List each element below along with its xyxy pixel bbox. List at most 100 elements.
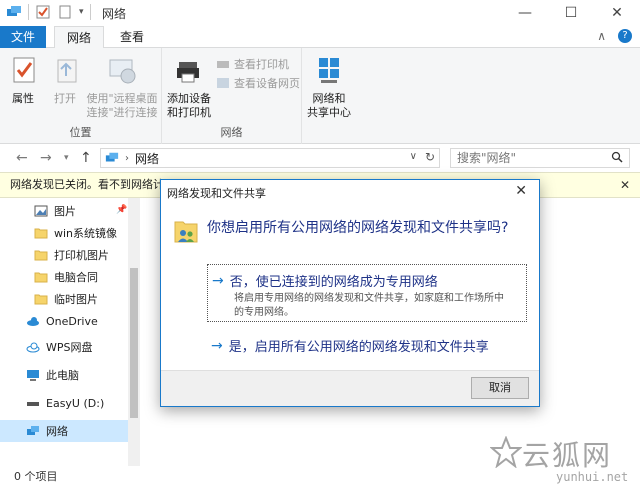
network-sharing-center-icon [319, 58, 339, 83]
nav-item-easyu-drive[interactable]: EasyU (D:) [0, 392, 128, 414]
nav-item-label: WPS网盘 [46, 341, 93, 354]
folder-icon [34, 250, 48, 261]
nav-item-printer-pictures[interactable]: 打印机图片 [0, 244, 128, 266]
qat-dropdown-icon[interactable]: ▾ [79, 7, 84, 17]
qat-separator [28, 4, 29, 20]
back-arrow-icon[interactable]: ← [16, 150, 28, 166]
title-bar: ▾ 网络 — ☐ ✕ [0, 0, 640, 26]
nav-item-contracts[interactable]: 电脑合同 [0, 266, 128, 288]
computer-icon [27, 370, 39, 381]
search-input[interactable]: 搜索"网络" [450, 148, 630, 168]
recent-locations-icon[interactable]: ▾ [64, 153, 69, 163]
nav-item-onedrive[interactable]: OneDrive [0, 310, 128, 332]
ribbon-help-controls: ∧ ? [597, 29, 632, 43]
address-bar[interactable]: › 网络 ∨ ↻ [100, 148, 440, 168]
network-center-label-1: 网络和 [312, 92, 346, 105]
view-printers-button[interactable]: 查看打印机 [216, 56, 289, 72]
network-center-label-2: 共享中心 [307, 106, 351, 119]
dialog-footer: 取消 [161, 370, 539, 406]
view-device-page-button[interactable]: 查看设备网页 [216, 75, 300, 91]
window-title: 网络 [102, 7, 127, 21]
private-option-desc-2: 的专用网络。 [234, 307, 294, 318]
nav-item-label: 图片 [54, 205, 76, 218]
maximize-button[interactable]: ☐ [548, 0, 594, 26]
nav-scroll-thumb[interactable] [130, 268, 138, 418]
dialog-question: 你想启用所有公用网络的网络发现和文件共享吗? [207, 220, 509, 236]
open-icon [57, 59, 77, 83]
up-arrow-icon[interactable]: ↑ [80, 150, 92, 166]
ribbon: 属性 打开 使用"远程桌面 连接"进行连接 位置 添加设备 和打印机 查看打印机… [0, 48, 640, 144]
item-count: 0 个项目 [14, 470, 58, 483]
nav-item-pictures[interactable]: 图片 [0, 200, 128, 222]
nav-item-temp-pictures[interactable]: 临时图片 [0, 288, 128, 310]
remote-desktop-label-2: 连接"进行连接 [86, 106, 158, 119]
printer-icon [177, 62, 199, 83]
tab-view[interactable]: 查看 [108, 26, 156, 48]
search-icon [611, 151, 623, 163]
nav-item-label: OneDrive [46, 314, 98, 328]
cloud-icon [27, 317, 39, 326]
add-devices-label-2: 和打印机 [167, 106, 211, 119]
network-sharing-center-button[interactable]: 网络和 共享中心 [304, 54, 354, 120]
qat-separator-2 [89, 4, 91, 20]
nav-scrollbar[interactable] [128, 198, 140, 466]
enable-public-sharing-option[interactable]: → 是，启用所有公用网络的网络发现和文件共享 [207, 336, 527, 356]
nav-item-win-images[interactable]: win系统镜像 [0, 222, 128, 244]
nav-item-this-pc[interactable]: 此电脑 [0, 364, 128, 386]
private-option-title: 否，使已连接到的网络成为专用网络 [229, 275, 438, 290]
wps-cloud-icon [26, 342, 40, 353]
dialog-title: 网络发现和文件共享 [167, 187, 266, 200]
new-folder-qat-icon[interactable] [57, 4, 73, 20]
make-private-network-option[interactable]: → 否，使已连接到的网络成为专用网络 将启用专用网络的网络发现和文件共享，如家庭… [207, 264, 527, 322]
nav-item-network[interactable]: 网络 [0, 420, 128, 442]
ribbon-group-location: 属性 打开 使用"远程桌面 连接"进行连接 位置 [0, 48, 162, 144]
properties-icon [13, 57, 35, 83]
view-printers-label: 查看打印机 [234, 58, 289, 71]
location-group-label: 位置 [69, 126, 92, 139]
open-button[interactable]: 打开 [50, 54, 80, 106]
tab-network[interactable]: 网络 [54, 26, 105, 49]
properties-button[interactable]: 属性 [8, 54, 38, 106]
view-device-page-label: 查看设备网页 [234, 77, 300, 90]
watermark: 云狐网 yunhui.net [490, 430, 640, 490]
network-icon [27, 426, 39, 435]
tab-file[interactable]: 文件 [0, 26, 46, 48]
add-devices-button[interactable]: 添加设备 和打印机 [164, 54, 214, 120]
refresh-icon[interactable]: ↻ [425, 150, 435, 164]
cancel-button[interactable]: 取消 [471, 377, 529, 399]
network-location-icon [105, 152, 119, 162]
open-label: 打开 [54, 92, 76, 105]
drive-icon [27, 402, 39, 406]
quick-access-toolbar: ▾ [6, 4, 91, 20]
dialog-close-button[interactable]: ✕ [515, 183, 527, 199]
nav-item-wps-drive[interactable]: WPS网盘 [0, 336, 128, 358]
minimize-button[interactable]: — [502, 0, 548, 26]
network-discovery-dialog: 网络发现和文件共享 ✕ 你想启用所有公用网络的网络发现和文件共享吗? → 否，使… [160, 179, 540, 407]
remote-desktop-label-1: 使用"远程桌面 [86, 92, 158, 105]
view-printers-icon [217, 61, 229, 68]
navigation-pane: 图片 📌 win系统镜像 打印机图片 电脑合同 临时图片 OneDrive WP… [0, 198, 140, 466]
infobar-text: 网络发现已关闭。看不到网络计 [10, 178, 164, 191]
ribbon-tabs: 文件 网络 查看 ∧ ? [0, 26, 640, 49]
watermark-url: yunhui.net [556, 470, 629, 484]
close-window-button[interactable]: ✕ [594, 0, 640, 26]
collapse-ribbon-icon[interactable]: ∧ [597, 29, 606, 43]
nav-item-label: 网络 [46, 425, 68, 438]
help-icon[interactable]: ? [618, 29, 632, 43]
nav-item-label: 此电脑 [46, 369, 79, 382]
breadcrumb-chevron-icon: › [125, 152, 129, 164]
infobar-close-icon[interactable]: ✕ [620, 173, 630, 197]
watermark-text: 云狐网 [522, 439, 613, 472]
remote-desktop-button[interactable]: 使用"远程桌面 连接"进行连接 [84, 54, 160, 120]
pin-icon[interactable]: 📌 [116, 205, 127, 215]
nav-item-label: 临时图片 [54, 293, 98, 306]
arrow-right-icon: → [211, 337, 223, 354]
forward-arrow-icon[interactable]: → [40, 150, 52, 166]
pictures-icon [34, 205, 48, 217]
nav-item-label: 打印机图片 [54, 249, 109, 262]
private-option-desc-1: 将启用专用网络的网络发现和文件共享，如家庭和工作场所中 [234, 293, 504, 304]
network-group-label: 网络 [220, 126, 243, 139]
breadcrumb-network[interactable]: 网络 [135, 150, 159, 167]
address-dropdown-icon[interactable]: ∨ [410, 151, 417, 162]
properties-qat-icon[interactable] [35, 4, 51, 20]
